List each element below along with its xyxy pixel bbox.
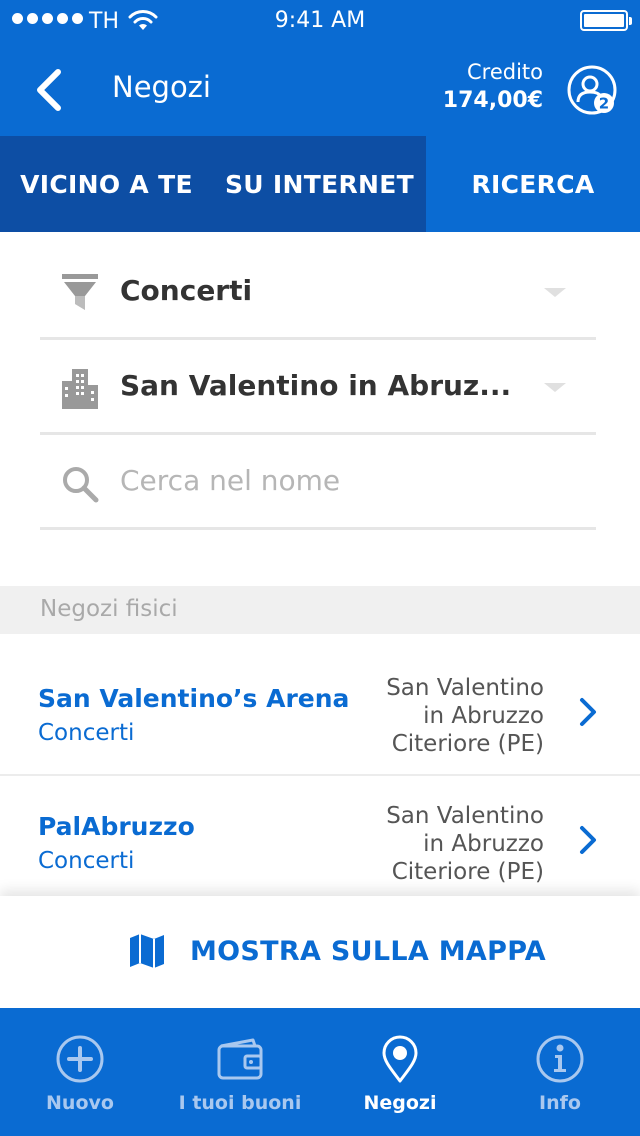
city-value: San Valentino in Abruz... (120, 369, 512, 402)
clock: 9:41 AM (274, 8, 366, 33)
city-select[interactable]: San Valentino in Abruz... (40, 341, 596, 435)
page-title: Negozi (112, 70, 211, 104)
plus-circle-icon (56, 1035, 104, 1083)
tab-ricerca[interactable]: RICERCA (426, 136, 640, 232)
chevron-right-icon (580, 698, 596, 726)
info-icon (536, 1035, 584, 1083)
show-on-map-label: MOSTRA SULLA MAPPA (190, 935, 547, 967)
tab-su-internet[interactable]: SU INTERNET (213, 136, 426, 232)
store-location: San Valentino in Abruzzo Citeriore (PE) (344, 674, 544, 758)
search-input[interactable] (120, 464, 560, 497)
name-search-field (40, 436, 596, 530)
bottom-nav-label: Info (539, 1092, 581, 1114)
bottom-nav-label: I tuoi buoni (178, 1092, 302, 1114)
back-chevron-icon[interactable] (28, 66, 72, 114)
tab-vicino-a-te[interactable]: VICINO A TE (0, 136, 213, 232)
bottom-navigation: Nuovo I tuoi buoni Negozi Info (0, 1008, 640, 1136)
tab-bar: VICINO A TE SU INTERNET RICERCA (0, 136, 640, 232)
store-location-line: in Abruzzo (423, 831, 544, 857)
store-location: San Valentino in Abruzzo Citeriore (PE) (344, 802, 544, 886)
navigation-bar: Negozi Credito 174,00€ 2 (0, 44, 640, 136)
bottom-nav-nuovo[interactable]: Nuovo (0, 1008, 160, 1136)
credit-value: 174,00€ (442, 88, 543, 113)
map-pin-icon (382, 1035, 418, 1083)
store-location-line: San Valentino (386, 803, 544, 829)
store-category: Concerti (38, 848, 135, 874)
dropdown-caret-icon (544, 288, 566, 297)
store-category: Concerti (38, 720, 135, 746)
profile-badge-count: 2 (599, 95, 609, 113)
section-header: Negozi fisici (0, 586, 640, 634)
store-location-line: Citeriore (PE) (391, 859, 544, 885)
wallet-icon (217, 1038, 263, 1080)
battery-icon (580, 10, 632, 31)
credit-display: Credito 174,00€ (443, 58, 543, 116)
dropdown-caret-icon (544, 383, 566, 392)
category-select[interactable]: Concerti (40, 246, 596, 340)
search-icon (63, 467, 99, 503)
store-location-line: in Abruzzo (423, 703, 544, 729)
store-list-item[interactable]: San Valentino’s Arena Concerti San Valen… (0, 650, 640, 776)
bottom-nav-label: Negozi (363, 1092, 437, 1114)
category-value: Concerti (120, 274, 253, 307)
store-location-line: Citeriore (PE) (391, 731, 544, 757)
store-name: PalAbruzzo (38, 812, 195, 841)
chevron-right-icon (580, 826, 596, 854)
bottom-nav-label: Nuovo (46, 1092, 114, 1114)
bottom-nav-buoni[interactable]: I tuoi buoni (160, 1008, 320, 1136)
store-location-line: San Valentino (386, 675, 544, 701)
bottom-nav-info[interactable]: Info (480, 1008, 640, 1136)
map-icon (130, 934, 164, 968)
filter-funnel-icon (62, 274, 98, 310)
status-bar: TH 9:41 AM (0, 0, 640, 44)
store-list-item[interactable]: PalAbruzzo Concerti San Valentino in Abr… (0, 778, 640, 904)
profile-icon[interactable]: 2 (566, 64, 618, 116)
show-on-map-button[interactable]: MOSTRA SULLA MAPPA (0, 896, 640, 1008)
credit-label: Credito (466, 60, 543, 84)
store-name: San Valentino’s Arena (38, 684, 350, 713)
city-buildings-icon (62, 369, 98, 409)
bottom-nav-negozi[interactable]: Negozi (320, 1008, 480, 1136)
section-title: Negozi fisici (40, 596, 178, 622)
